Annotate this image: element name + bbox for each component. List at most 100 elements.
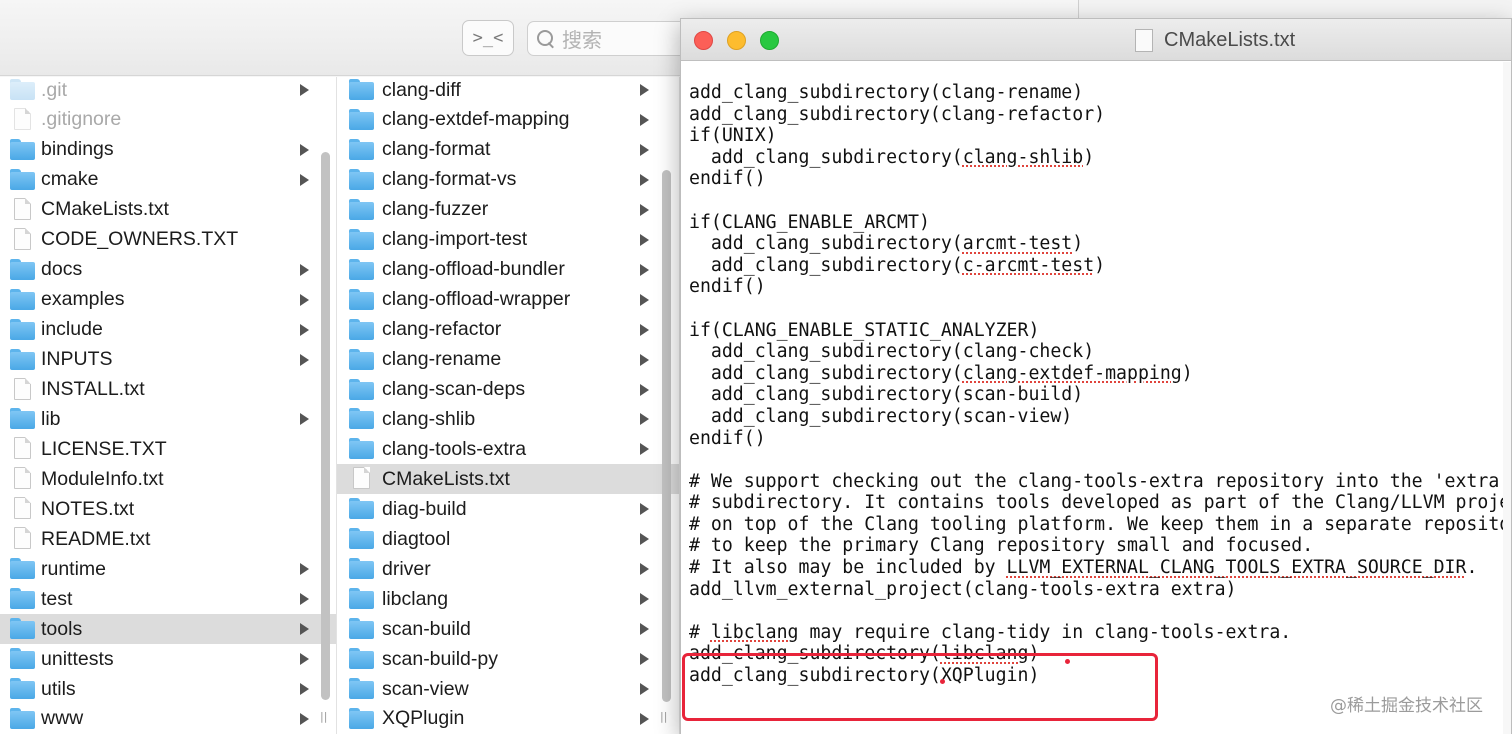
folder-icon: [10, 348, 35, 370]
column-tools-item-label: clang-shlib: [382, 407, 476, 430]
terminal-button[interactable]: >_<: [462, 20, 514, 56]
disclosure-arrow-icon: [640, 353, 649, 366]
column-root-item[interactable]: NOTES.txt: [0, 494, 336, 524]
column-root-item-label: CMakeLists.txt: [41, 198, 169, 221]
text-editor-content[interactable]: add_clang_subdirectory(clang-rename) add_…: [689, 82, 1512, 687]
disclosure-arrow-icon: [640, 233, 649, 246]
folder-icon: [349, 288, 374, 310]
column-tools-item[interactable]: clang-format: [337, 135, 679, 165]
column-tools-item[interactable]: clang-tools-extra: [337, 434, 679, 464]
folder-icon: [349, 527, 374, 550]
column-root-item[interactable]: ModuleInfo.txt: [0, 464, 336, 494]
column-root-item[interactable]: README.txt: [0, 524, 336, 554]
search-icon: [536, 29, 556, 49]
column-root-item[interactable]: CODE_OWNERS.TXT: [0, 225, 336, 255]
column-root-item-label: .git: [41, 78, 68, 101]
disclosure-arrow-icon: [640, 383, 649, 396]
code-line: add_llvm_external_project(clang-tools-ex…: [689, 578, 1237, 600]
column-tools-item[interactable]: scan-build-py: [337, 644, 679, 674]
column-tools-item[interactable]: clang-refactor: [337, 315, 679, 345]
folder-icon: [349, 348, 374, 370]
terminal-icon: >_<: [472, 28, 504, 48]
zoom-button[interactable]: [760, 31, 779, 50]
column-root-item-label: tools: [41, 617, 83, 640]
column-root-item[interactable]: test: [0, 584, 336, 614]
disclosure-arrow-icon: [300, 683, 309, 695]
document-icon: [349, 467, 374, 490]
column-tools-item[interactable]: clang-fuzzer: [337, 195, 679, 225]
disclosure-arrow-icon: [640, 323, 649, 336]
column-tools-item[interactable]: scan-build: [337, 614, 679, 644]
column-tools-item[interactable]: clang-rename: [337, 345, 679, 375]
folder-icon: [349, 587, 374, 610]
column-tools-item[interactable]: clang-offload-bundler: [337, 255, 679, 285]
column-root-item[interactable]: .gitignore: [0, 105, 336, 135]
folder-icon: [349, 677, 374, 699]
document-icon: [10, 437, 35, 460]
document-icon: [10, 377, 35, 400]
close-button[interactable]: [694, 31, 713, 50]
document-icon: [1135, 29, 1153, 52]
column-tools-resize-handle[interactable]: ||: [660, 710, 667, 723]
column-root-item[interactable]: .git: [0, 77, 336, 105]
column-root-item[interactable]: cmake: [0, 165, 336, 195]
column-tools-item[interactable]: clang-scan-deps: [337, 375, 679, 405]
column-root-item[interactable]: INPUTS: [0, 345, 336, 375]
folder-icon: [349, 647, 374, 670]
column-root-item[interactable]: INSTALL.txt: [0, 375, 336, 405]
folder-icon: [10, 258, 35, 280]
column-root-item-label: .gitignore: [41, 108, 122, 131]
column-tools-item[interactable]: diag-build: [337, 494, 679, 524]
column-tools-item-label: clang-format-vs: [382, 168, 517, 191]
column-tools-item[interactable]: clang-diff: [337, 77, 679, 105]
column-root-item[interactable]: lib: [0, 404, 336, 434]
column-root-item[interactable]: examples: [0, 285, 336, 315]
disclosure-arrow-icon: [640, 683, 649, 695]
column-root-resize-handle[interactable]: ||: [320, 710, 327, 723]
folder-icon: [349, 108, 374, 130]
watermark: @稀土掘金技术社区: [1330, 696, 1483, 716]
column-tools-item[interactable]: clang-extdef-mapping: [337, 105, 679, 135]
editor-scrollbar-track[interactable]: [1503, 62, 1511, 734]
code-line: add_clang_subdirectory(clang-extdef-mapp…: [689, 362, 1193, 384]
column-tools-item-label: clang-fuzzer: [382, 198, 489, 221]
column-root-item-label: examples: [41, 288, 125, 311]
column-root-item-label: unittests: [41, 647, 114, 670]
search-input[interactable]: 搜索: [527, 21, 697, 56]
disclosure-arrow-icon: [640, 173, 649, 186]
column-tools-item[interactable]: clang-format-vs: [337, 165, 679, 195]
code-line: # on top of the Clang tooling platform. …: [689, 513, 1512, 535]
column-root-item[interactable]: utils: [0, 674, 336, 704]
disclosure-arrow-icon: [300, 623, 309, 636]
folder-icon: [10, 587, 35, 610]
column-root-item[interactable]: tools: [0, 614, 336, 645]
column-root-item[interactable]: runtime: [0, 554, 336, 584]
code-line: endif(): [689, 168, 766, 190]
column-root-item[interactable]: CMakeLists.txt: [0, 195, 336, 225]
column-tools-item[interactable]: libclang: [337, 584, 679, 614]
column-tools-item-label: libclang: [382, 587, 449, 610]
column-tools-item[interactable]: clang-shlib: [337, 404, 679, 434]
column-tools-item[interactable]: driver: [337, 554, 679, 584]
column-root-item[interactable]: include: [0, 315, 336, 345]
minimize-button[interactable]: [727, 31, 746, 50]
column-tools-item[interactable]: XQPlugin: [337, 704, 679, 734]
folder-icon: [349, 437, 374, 460]
document-icon: [10, 497, 35, 520]
column-tools-item[interactable]: scan-view: [337, 674, 679, 704]
column-root-item[interactable]: LICENSE.TXT: [0, 434, 336, 464]
column-root-scrollbar[interactable]: [321, 152, 330, 700]
column-tools-item[interactable]: clang-import-test: [337, 225, 679, 255]
column-tools-item[interactable]: clang-offload-wrapper: [337, 285, 679, 315]
column-tools-scrollbar[interactable]: [662, 170, 671, 702]
disclosure-arrow-icon: [640, 203, 649, 216]
column-root-item[interactable]: www: [0, 704, 336, 734]
column-tools-item[interactable]: CMakeLists.txt: [337, 464, 679, 495]
column-root: .git .gitignore bindings cmake CMakeLists.tx…: [0, 77, 337, 734]
code-line: add_clang_subdirectory(scan-build): [689, 384, 1084, 406]
column-tools-item[interactable]: diagtool: [337, 524, 679, 554]
column-tools-item-label: clang-tools-extra: [382, 437, 527, 460]
column-root-item[interactable]: bindings: [0, 135, 336, 165]
column-root-item[interactable]: unittests: [0, 644, 336, 674]
column-root-item[interactable]: docs: [0, 255, 336, 285]
